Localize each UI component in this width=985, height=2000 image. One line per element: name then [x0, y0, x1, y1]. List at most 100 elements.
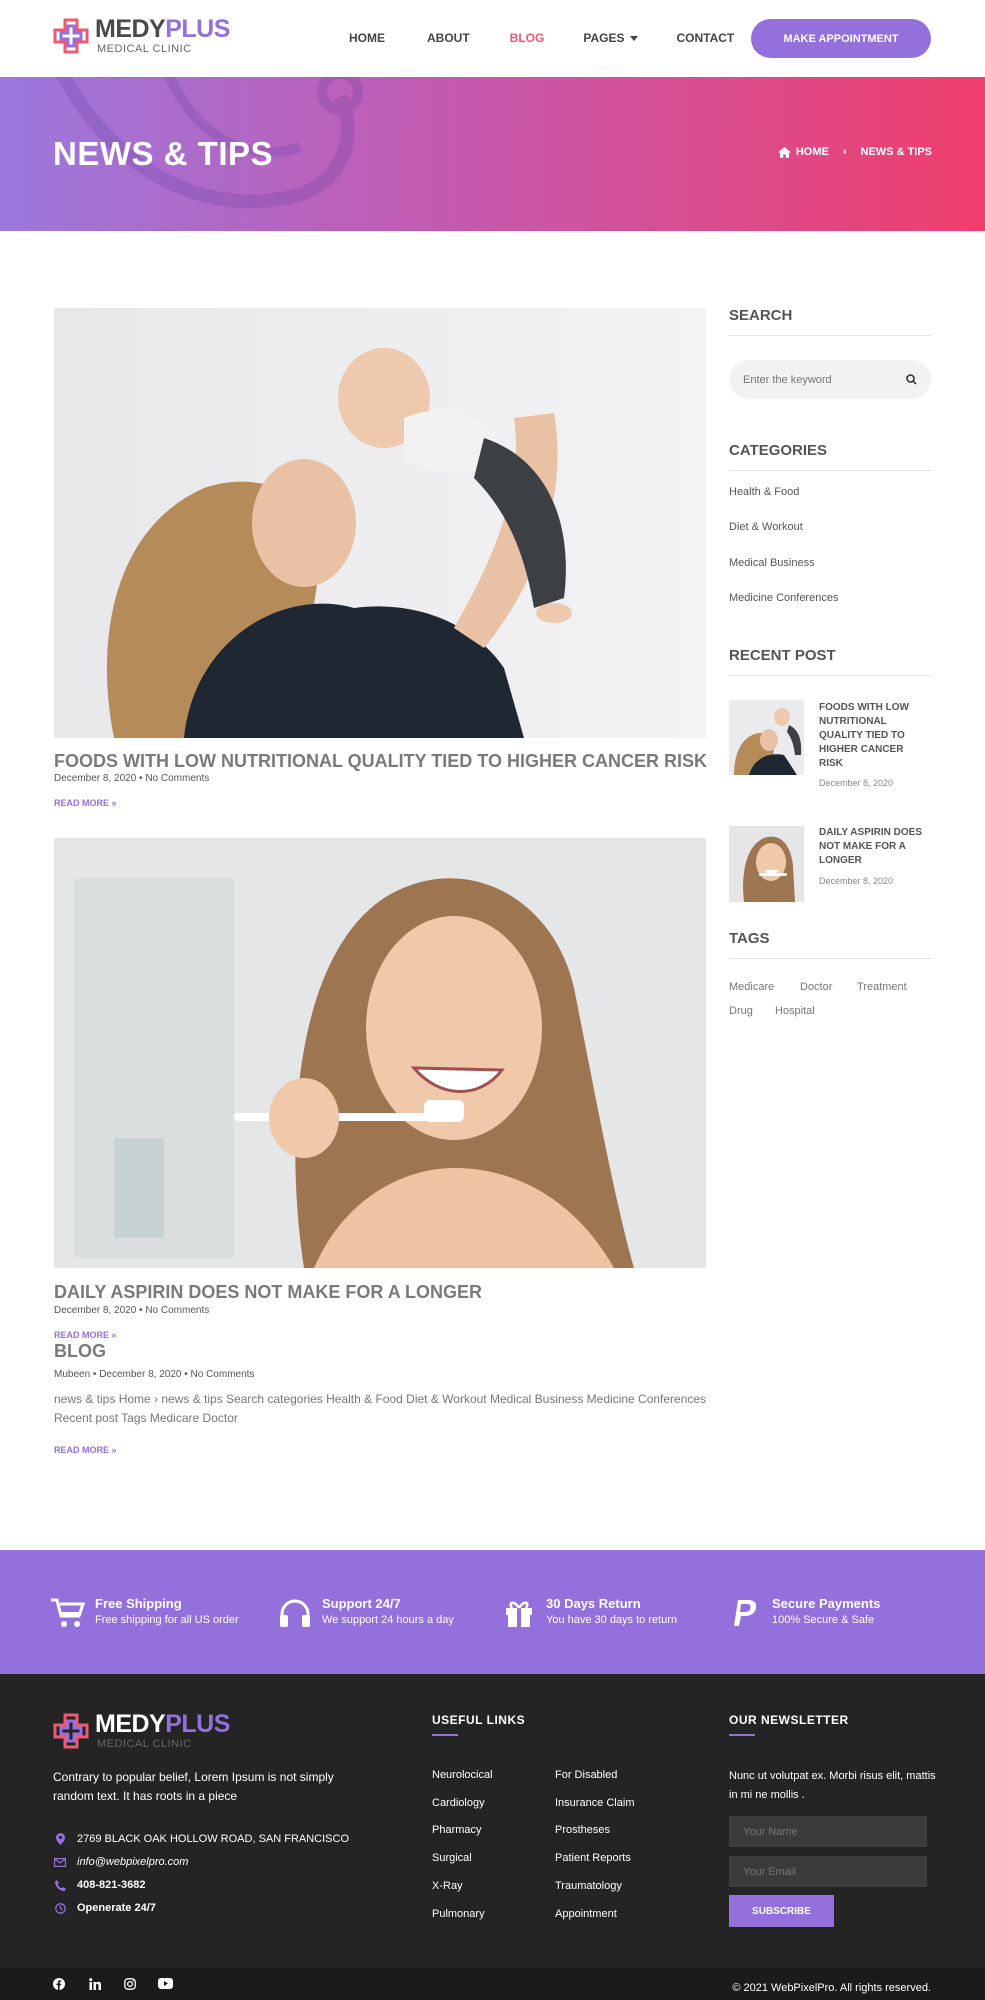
footer-link[interactable]: Neurolocical	[432, 1769, 493, 1781]
footer-link[interactable]: X-Ray	[432, 1880, 463, 1892]
footer-phone[interactable]: 408-821-3682	[53, 1879, 146, 1891]
medical-cross-logo-icon	[53, 1713, 89, 1749]
footer-link[interactable]: Prostheses	[555, 1824, 610, 1836]
footer-newsletter-heading: OUR NEWSLETTER	[729, 1713, 849, 1727]
tag-link[interactable]: Drug	[729, 1005, 753, 1017]
search-icon[interactable]	[906, 374, 917, 385]
youtube-link[interactable]	[158, 1978, 173, 1989]
map-pin-icon	[55, 1833, 65, 1845]
recent-post-thumb[interactable]	[729, 826, 804, 902]
footer-link[interactable]: Appointment	[555, 1908, 617, 1920]
heading-underline	[729, 1734, 755, 1736]
footer-logo-subtitle: MEDICAL CLINIC	[97, 1738, 192, 1750]
subscribe-button[interactable]: SUBSCRIBE	[729, 1895, 834, 1927]
sidebar-search-box	[729, 360, 931, 399]
tag-link[interactable]: Doctor	[800, 981, 832, 993]
sidebar-categories-heading: CATEGORIES	[729, 442, 931, 471]
linkedin-icon	[89, 1978, 101, 1990]
features-strip: Free Shipping Free shipping for all US or…	[0, 1550, 985, 1674]
footer-logo[interactable]: MEDYPLUS MEDICAL CLINIC	[53, 1712, 230, 1750]
feature-secure-payments: Secure Payments 100% Secure & Safe	[728, 1596, 880, 1630]
post-meta: December 8, 2020 • No Comments	[54, 773, 210, 784]
copyright-text: © 2021 WebPixelPro. All rights reserved.	[732, 1982, 931, 1994]
woman-toothbrush-photo	[54, 838, 706, 1268]
breadcrumb-separator: ›	[842, 146, 847, 158]
recent-post-title[interactable]: DAILY ASPIRIN DOES NOT MAKE FOR A LONGER	[819, 826, 929, 868]
footer-link[interactable]: Traumatology	[555, 1880, 622, 1892]
footer-link[interactable]: Insurance Claim	[555, 1797, 634, 1809]
home-icon	[777, 146, 791, 158]
feature-title: Secure Payments	[772, 1596, 881, 1611]
headphones-icon	[280, 1599, 310, 1627]
youtube-icon	[158, 1978, 173, 1989]
logo-subtitle: MEDICAL CLINIC	[97, 43, 192, 55]
breadcrumb-home[interactable]: HOME	[796, 146, 829, 158]
footer-email[interactable]: info@webpixelpro.com	[53, 1856, 188, 1868]
recent-post-title[interactable]: FOODS WITH LOW NUTRITIONAL QUALITY TIED …	[819, 701, 929, 771]
page-title: NEWS & TIPS	[53, 135, 274, 172]
site-logo[interactable]: MEDYPLUS MEDICAL CLINIC	[53, 17, 230, 55]
nav-home[interactable]: HOME	[349, 31, 385, 45]
feature-free-shipping: Free Shipping Free shipping for all US or…	[51, 1596, 239, 1630]
cart-icon	[51, 1598, 85, 1627]
linkedin-link[interactable]	[89, 1978, 101, 1990]
category-link[interactable]: Health & Food	[729, 486, 799, 498]
tag-link[interactable]: Treatment	[857, 981, 907, 993]
newsletter-email-input[interactable]	[729, 1856, 927, 1887]
footer-about-text: Contrary to popular belief, Lorem Ipsum …	[53, 1770, 334, 1803]
read-more-link[interactable]: READ MORE »	[54, 798, 117, 808]
woman-toothbrush-thumbnail	[729, 826, 804, 902]
main-nav: HOME ABOUT BLOG PAGES CONTACT	[349, 31, 734, 45]
footer-link[interactable]: Surgical	[432, 1852, 472, 1864]
mail-icon	[54, 1857, 66, 1867]
search-input[interactable]	[743, 373, 906, 386]
category-link[interactable]: Medicine Conferences	[729, 592, 838, 604]
nav-pages-label: PAGES	[583, 31, 625, 45]
facebook-link[interactable]	[53, 1978, 65, 1990]
sidebar-search-heading: SEARCH	[729, 307, 931, 336]
footer-link[interactable]: Patient Reports	[555, 1852, 631, 1864]
feature-title: Free Shipping	[95, 1596, 182, 1611]
feature-text: We support 24 hours a day	[322, 1614, 454, 1626]
make-appointment-button[interactable]: MAKE APPOINTMENT	[751, 19, 931, 58]
recent-post-thumb[interactable]	[729, 700, 804, 775]
footer-link[interactable]: Cardiology	[432, 1797, 485, 1809]
post-image-mother-baby[interactable]	[54, 308, 706, 738]
sidebar-recent-heading: RECENT POST	[729, 647, 931, 676]
footer-link[interactable]: For Disabled	[555, 1769, 617, 1781]
footer-address-text: 2769 BLACK OAK HOLLOW ROAD, SAN FRANCISC…	[77, 1833, 350, 1845]
footer-link[interactable]: Pulmonary	[432, 1908, 485, 1920]
footer-link[interactable]: Pharmacy	[432, 1824, 482, 1836]
nav-blog[interactable]: BLOG	[510, 31, 545, 45]
recent-post-date: December 8, 2020	[819, 778, 894, 788]
footer-hours-text: Openerate 24/7	[77, 1902, 156, 1914]
read-more-link[interactable]: READ MORE »	[54, 1445, 117, 1455]
feature-text: 100% Secure & Safe	[772, 1614, 875, 1626]
footer-phone-text[interactable]: 408-821-3682	[77, 1879, 146, 1891]
nav-about[interactable]: ABOUT	[427, 31, 470, 45]
tag-link[interactable]: Medicare	[729, 981, 774, 993]
mother-baby-thumbnail	[729, 700, 804, 775]
site-footer: MEDYPLUS MEDICAL CLINIC Contrary to popu…	[0, 1674, 985, 1968]
footer-email-text[interactable]: info@webpixelpro.com	[77, 1856, 188, 1868]
post-title[interactable]: DAILY ASPIRIN DOES NOT MAKE FOR A LONGER	[54, 1282, 482, 1303]
footer-hours: Openerate 24/7	[53, 1902, 156, 1914]
footer-logo-part1: MEDY	[95, 1710, 166, 1738]
category-link[interactable]: Medical Business	[729, 557, 815, 569]
category-link[interactable]: Diet & Workout	[729, 521, 803, 533]
tag-link[interactable]: Hospital	[775, 1005, 815, 1017]
nav-contact[interactable]: CONTACT	[676, 31, 734, 45]
nav-pages[interactable]: PAGES	[583, 31, 639, 45]
phone-icon	[54, 1879, 66, 1891]
feature-support: Support 24/7 We support 24 hours a day	[278, 1596, 454, 1630]
newsletter-name-input[interactable]	[729, 1816, 927, 1847]
blog-post-title[interactable]: BLOG	[54, 1341, 106, 1362]
feature-return: 30 Days Return You have 30 days to return	[502, 1596, 677, 1630]
gift-icon	[506, 1601, 532, 1627]
instagram-icon	[124, 1978, 136, 1990]
footer-bottom-bar: © 2021 WebPixelPro. All rights reserved.	[0, 1968, 985, 2000]
instagram-link[interactable]	[124, 1978, 136, 1990]
post-image-woman-toothbrush[interactable]	[54, 838, 706, 1268]
post-title[interactable]: FOODS WITH LOW NUTRITIONAL QUALITY TIED …	[54, 751, 707, 772]
read-more-link[interactable]: READ MORE »	[54, 1330, 117, 1340]
